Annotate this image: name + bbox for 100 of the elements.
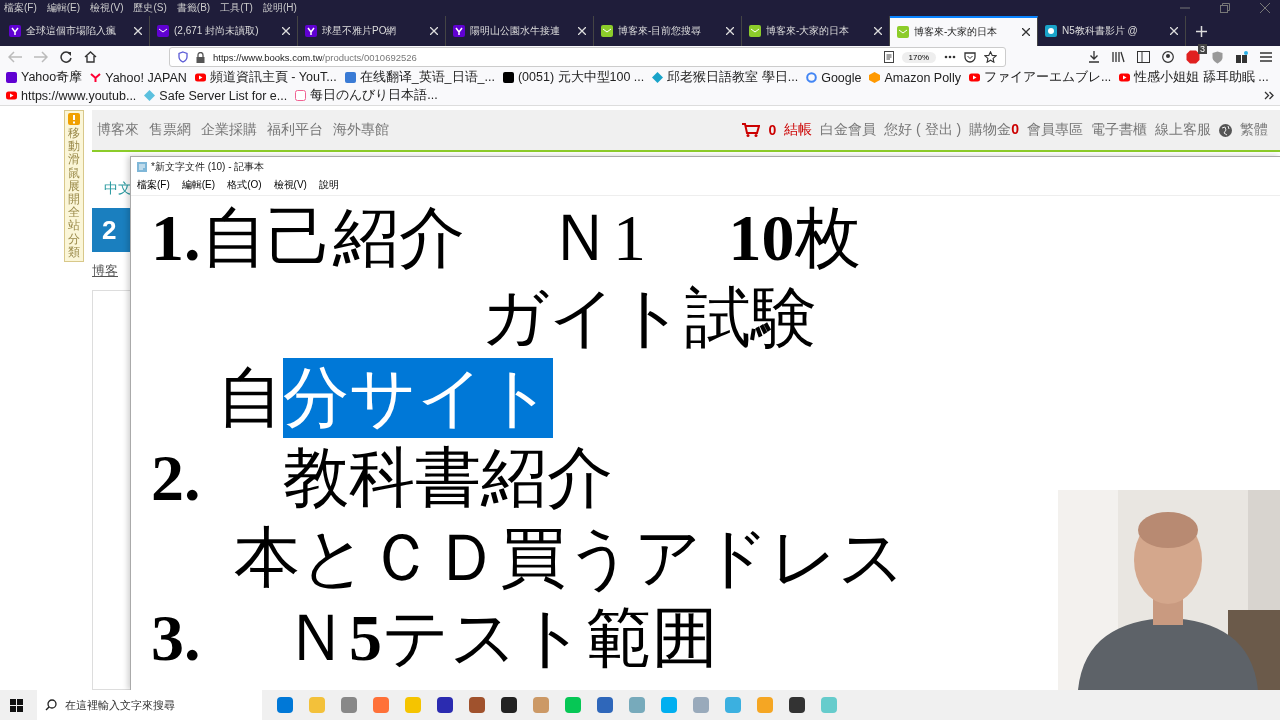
header-link[interactable]: 線上客服 (1155, 121, 1211, 139)
selected-text: 分サイト (283, 358, 553, 438)
bookmark-item[interactable]: Yahoo! JAPAN (90, 70, 187, 85)
lock-icon (196, 51, 205, 63)
menu-item[interactable]: 格式(O) (227, 178, 262, 192)
points-label: 購物金 (969, 121, 1012, 139)
shield-icon (178, 51, 188, 63)
close-icon[interactable] (1022, 28, 1030, 36)
adblock-icon[interactable] (1186, 50, 1200, 64)
envelope-icon (601, 25, 613, 37)
bookmark-item[interactable]: 每日のんびり日本語... (295, 87, 438, 104)
menu-item[interactable]: 說明(H) (262, 1, 297, 15)
envelope-icon (749, 25, 761, 37)
rank-badge: 2 (92, 208, 132, 252)
breadcrumb-link[interactable]: 博客 (92, 262, 132, 280)
menu-item[interactable]: 工具(T) (220, 1, 253, 15)
bookmark-item[interactable]: 性感小姐姐 舔耳助眠 ... (1119, 69, 1269, 86)
globe-icon[interactable] (1219, 123, 1232, 137)
more-icon[interactable] (944, 55, 956, 59)
app-icon[interactable] (436, 696, 454, 714)
logo-icon (305, 25, 317, 37)
play-icon (1119, 72, 1131, 83)
app-icon[interactable] (500, 696, 518, 714)
language-link[interactable]: 繁體 (1240, 121, 1268, 139)
site-nav-link[interactable]: 企業採購 (201, 121, 257, 139)
square-icon (295, 90, 307, 101)
download-icon[interactable] (1088, 51, 1100, 63)
square-icon (502, 72, 514, 83)
pocket-icon[interactable] (964, 51, 976, 63)
logo-icon (453, 25, 465, 37)
header-link[interactable]: 電子書櫃 (1091, 121, 1147, 139)
cart-icon[interactable] (742, 123, 761, 137)
menu-item[interactable]: 檢視(V) (90, 1, 124, 15)
site-nav-link[interactable]: 海外專館 (333, 121, 389, 139)
diamond-icon (144, 90, 156, 101)
language-tab[interactable]: 中文 (104, 180, 132, 198)
site-nav-link[interactable]: 博客來 (97, 121, 139, 139)
member-link[interactable]: 白金會員 (820, 121, 877, 139)
bookmark-item[interactable]: Safe Server List for e... (144, 88, 288, 103)
menu-icon[interactable] (1260, 52, 1272, 62)
menu-item[interactable]: 書籤(B) (176, 1, 211, 15)
reload-icon[interactable] (60, 51, 72, 63)
bookmark-item[interactable]: (0051) 元大中型100 ... (502, 69, 645, 86)
home-icon[interactable] (84, 51, 97, 63)
address-field[interactable]: https://www.books.com.tw/products/0010692526 170% (169, 47, 1006, 67)
square-icon (344, 72, 356, 83)
header-link[interactable]: 會員專區 (1027, 121, 1083, 139)
window-title: *新文字文件 (10) - 記事本 (151, 160, 265, 174)
menu-item[interactable]: 編輯(E) (181, 178, 216, 192)
bookmark-item[interactable]: Yahoo奇摩 (6, 69, 83, 86)
account-icon[interactable] (1162, 51, 1174, 63)
points-count: 0 (1011, 121, 1019, 139)
app-icon[interactable] (788, 696, 806, 714)
text-line: 2. 教科書紹介 (151, 440, 613, 516)
member-link[interactable]: 您好 ( 登出 ) (884, 121, 962, 139)
new-tab-icon[interactable] (1196, 25, 1207, 37)
bookmark-item[interactable]: 頻道資訊主頁 - YouT... (194, 69, 337, 86)
bookmark-item[interactable]: 邱老猴日語教室 學日... (652, 69, 799, 86)
bookmark-item[interactable]: 在线翻译_英语_日语_... (344, 69, 495, 86)
menu-item[interactable]: 說明 (318, 178, 339, 192)
site-nav-link[interactable]: 售票網 (149, 121, 191, 139)
y-letter-icon (90, 72, 102, 83)
shield-icon[interactable] (1212, 50, 1223, 64)
mail-icon (157, 25, 169, 37)
hexagon-icon (869, 72, 881, 83)
badge-count: 3 (1198, 44, 1207, 54)
checkout-link[interactable]: 結帳 (784, 121, 813, 139)
bookmark-item[interactable]: https://www.youtub... (6, 88, 137, 103)
menu-item[interactable]: 檔案(F) (137, 178, 170, 192)
menu-item[interactable]: 歷史(S) (133, 1, 167, 15)
warning-icon (68, 113, 80, 125)
diamond-icon (652, 72, 664, 83)
site-nav-link[interactable]: 福利平台 (267, 121, 323, 139)
text-line: ガイト試験 (480, 280, 817, 356)
play-icon (968, 72, 980, 83)
reader-icon[interactable] (883, 51, 894, 63)
library-icon[interactable] (1112, 51, 1125, 63)
envelope-icon (897, 26, 909, 38)
browser-tab[interactable]: 博客來-大家的日本 (890, 16, 1038, 46)
sidebar-icon[interactable] (1137, 51, 1150, 63)
play-icon (194, 72, 206, 83)
text-line: 自 (216, 360, 283, 436)
text-line: 本とＣＤ買うアドレス (232, 520, 906, 596)
zoom-level-badge[interactable]: 170% (901, 51, 936, 63)
menu-item[interactable]: 檢視(V) (273, 178, 307, 192)
menu-item[interactable]: 檔案(F) (4, 1, 37, 15)
search-field[interactable]: 在這裡輸入文字來搜尋 (37, 690, 262, 720)
play-icon (6, 90, 17, 101)
windows-icon[interactable] (10, 698, 23, 712)
square-icon (6, 72, 17, 83)
bookmark-item[interactable]: ファイアーエムブレ... (968, 69, 1112, 86)
chevron-icon[interactable] (1264, 91, 1274, 100)
bookmark-item[interactable]: Amazon Polly (869, 70, 961, 85)
menu-item[interactable]: 編輯(E) (46, 1, 81, 15)
bookmark-item[interactable]: Google (806, 70, 862, 85)
bookmark-star-icon[interactable] (984, 51, 997, 63)
text-line: 1.自己紹介 Ｎ1 10枚 (151, 200, 861, 276)
restore-icon[interactable] (1220, 3, 1230, 13)
logo-icon (9, 25, 21, 37)
cart-count: 0 (768, 122, 777, 138)
